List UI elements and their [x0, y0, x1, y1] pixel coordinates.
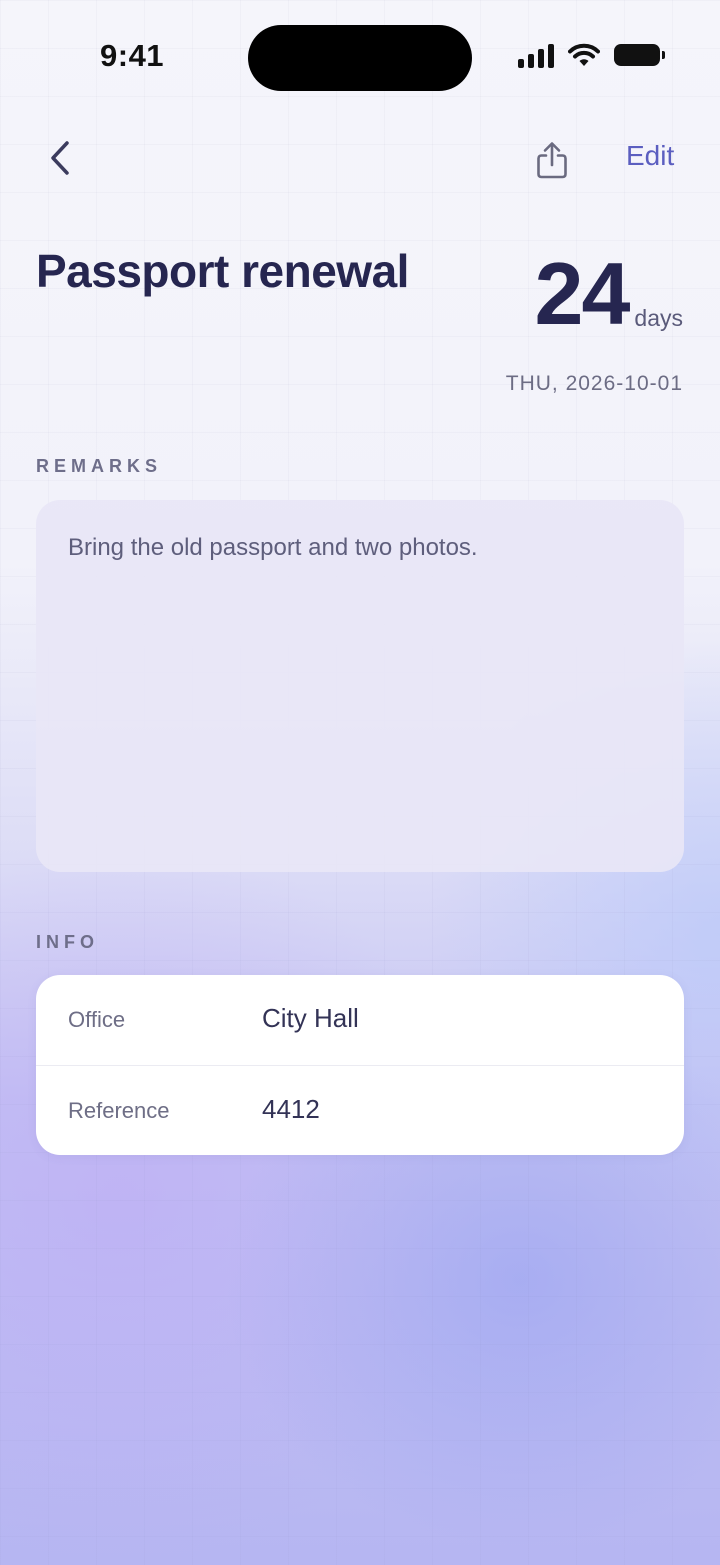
- share-icon: [537, 142, 567, 179]
- wifi-icon: [568, 43, 600, 66]
- info-value: City Hall: [262, 1003, 359, 1033]
- cellular-signal-icon: [518, 42, 554, 68]
- countdown: 24 days: [535, 250, 683, 338]
- share-button[interactable]: [526, 132, 578, 188]
- info-card: Office City Hall Reference 4412: [36, 975, 684, 1155]
- status-bar: 9:41: [0, 0, 720, 110]
- edit-button[interactable]: Edit: [626, 140, 674, 172]
- event-date: THU, 2026-10-01: [505, 372, 683, 395]
- dynamic-island: [248, 25, 472, 91]
- remarks-section-label: REMARKS: [36, 456, 163, 476]
- navigation-bar: Edit: [0, 120, 720, 200]
- page-title: Passport renewal: [36, 245, 409, 297]
- countdown-unit: days: [634, 305, 683, 331]
- countdown-value: 24: [534, 244, 631, 343]
- status-icons: [518, 42, 665, 68]
- info-key: Reference: [68, 1098, 170, 1123]
- remarks-box[interactable]: Bring the old passport and two photos.: [36, 500, 684, 872]
- info-row-reference: Reference 4412: [36, 1065, 684, 1155]
- info-value: 4412: [262, 1094, 320, 1124]
- remarks-text: Bring the old passport and two photos.: [68, 534, 478, 561]
- battery-icon: [614, 44, 665, 66]
- chevron-left-icon: [51, 141, 69, 175]
- info-row-office: Office City Hall: [36, 975, 684, 1065]
- info-section-label: INFO: [36, 932, 99, 952]
- info-key: Office: [68, 1007, 126, 1032]
- back-button[interactable]: [36, 132, 84, 184]
- status-time: 9:41: [100, 38, 165, 73]
